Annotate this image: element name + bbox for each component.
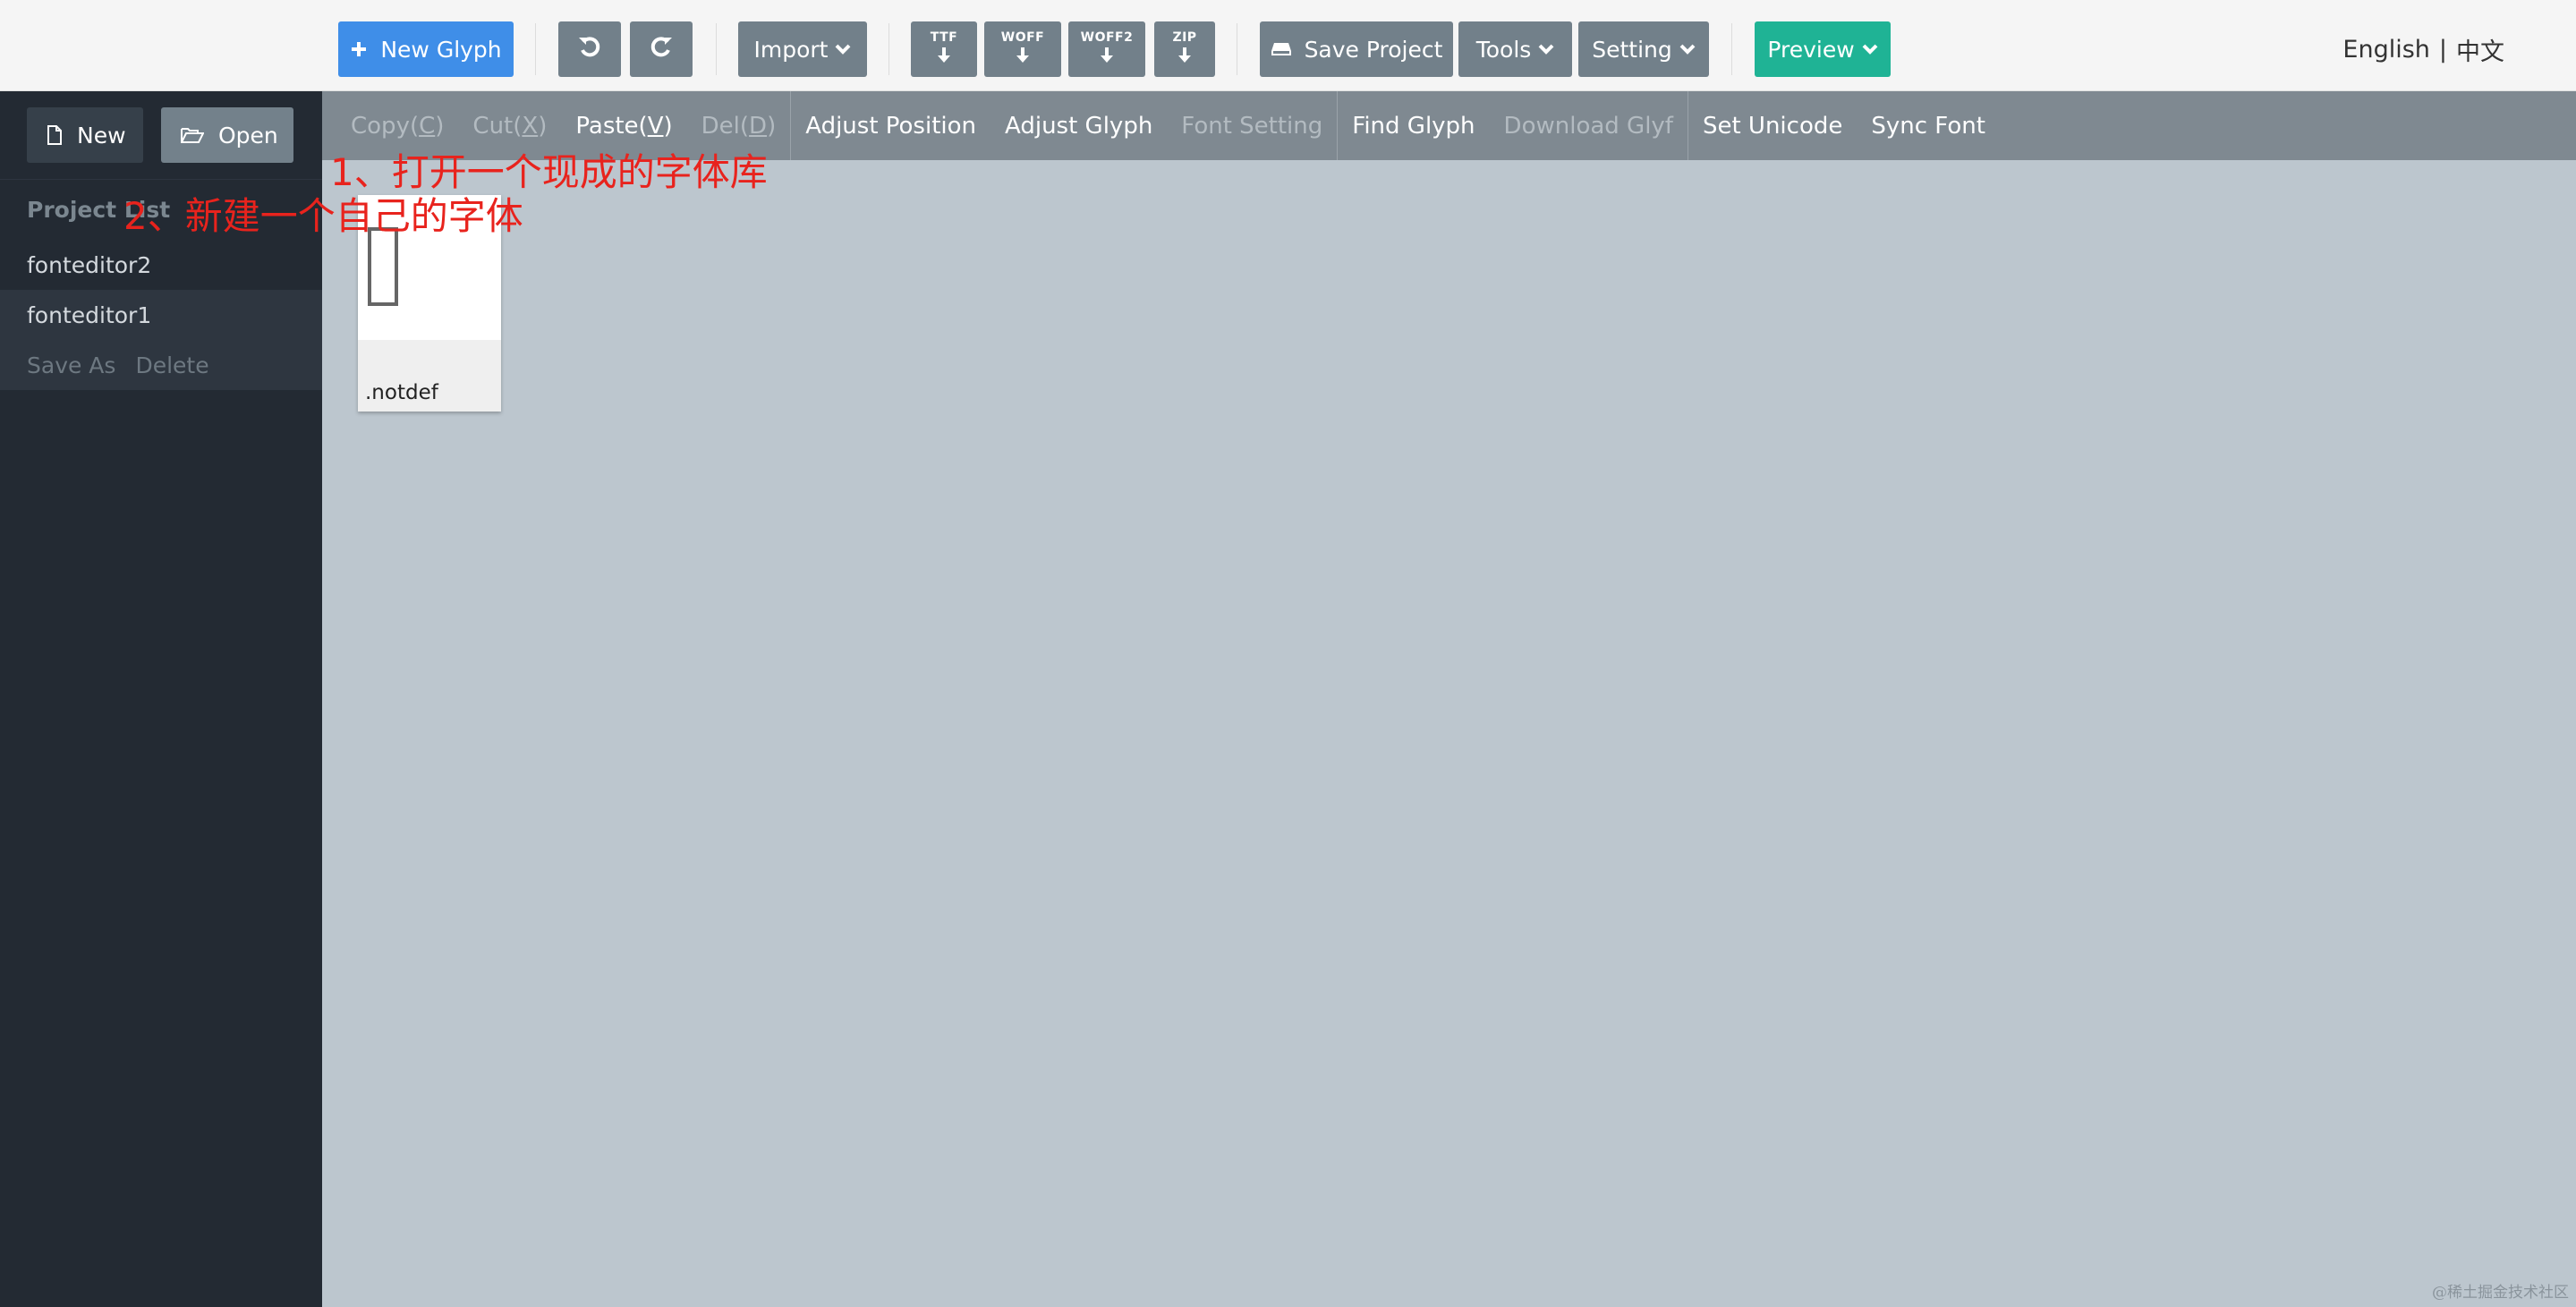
- cut-shortcut: X: [522, 112, 539, 140]
- save-project-label: Save Project: [1304, 36, 1443, 63]
- cut-action[interactable]: Cut(X): [458, 113, 561, 140]
- copy-action[interactable]: Copy(C): [322, 113, 458, 140]
- file-icon: [47, 125, 63, 145]
- toolbar-divider: [888, 23, 889, 75]
- zip-format-label: ZIP: [1172, 30, 1197, 45]
- download-ttf-button[interactable]: TTF: [911, 21, 977, 77]
- lang-english-link[interactable]: English: [2342, 36, 2430, 64]
- language-switcher: English | 中文: [2342, 32, 2504, 67]
- new-project-button[interactable]: New: [27, 107, 143, 163]
- undo-button[interactable]: [558, 21, 621, 77]
- download-woff-button[interactable]: WOFF: [984, 21, 1061, 77]
- paste-close: ): [663, 112, 673, 140]
- redo-button[interactable]: [630, 21, 693, 77]
- drive-icon: [1271, 41, 1292, 57]
- del-close: ): [767, 112, 777, 140]
- chevron-down-icon: [835, 43, 851, 55]
- glyph-label-area: .notdef: [358, 340, 501, 412]
- adjust-position-action[interactable]: Adjust Position: [791, 113, 990, 140]
- project-item-fonteditor1[interactable]: fonteditor1: [0, 290, 322, 340]
- folder-open-icon: [181, 126, 204, 144]
- main-toolbar: New Glyph Import TTF WOFF WOFF2 ZIP Save…: [0, 0, 2576, 91]
- delete-link[interactable]: Delete: [135, 352, 208, 378]
- setting-label: Setting: [1592, 36, 1672, 63]
- plus-icon: [350, 40, 368, 58]
- toolbar-divider: [1731, 23, 1732, 75]
- chevron-down-icon: [1862, 43, 1878, 55]
- save-project-button[interactable]: Save Project: [1260, 21, 1453, 77]
- undo-icon: [577, 34, 602, 64]
- lang-separator: |: [2438, 36, 2447, 64]
- open-project-label: Open: [218, 122, 278, 149]
- del-label: Del(: [701, 112, 750, 140]
- annotation-open-font: 1、打开一个现成的字体库: [330, 150, 768, 194]
- find-glyph-action[interactable]: Find Glyph: [1338, 113, 1489, 140]
- glyph-name: .notdef: [365, 381, 438, 404]
- download-arrow-icon: [1015, 46, 1031, 68]
- import-dropdown-button[interactable]: Import: [738, 21, 867, 77]
- ttf-format-label: TTF: [930, 30, 958, 45]
- paste-action[interactable]: Paste(V): [561, 113, 686, 140]
- watermark: @稀土掘金技术社区: [2432, 1284, 2569, 1302]
- copy-close: ): [435, 112, 445, 140]
- cut-label: Cut(: [472, 112, 523, 140]
- project-sidebar: New Open Project List fonteditor2 fonted…: [0, 91, 322, 1307]
- adjust-glyph-action[interactable]: Adjust Glyph: [990, 113, 1167, 140]
- open-project-button[interactable]: Open: [161, 107, 293, 163]
- new-project-label: New: [77, 122, 126, 149]
- download-glyf-action[interactable]: Download Glyf: [1490, 113, 1688, 140]
- preview-label: Preview: [1767, 36, 1855, 63]
- toolbar-divider: [535, 23, 536, 75]
- project-actions: Save As Delete: [0, 340, 322, 390]
- download-arrow-icon: [1099, 46, 1115, 68]
- paste-shortcut: V: [647, 112, 664, 140]
- project-item-fonteditor2[interactable]: fonteditor2: [0, 240, 322, 290]
- setting-dropdown-button[interactable]: Setting: [1578, 21, 1709, 77]
- chevron-down-icon: [1538, 43, 1554, 55]
- cut-close: ): [538, 112, 548, 140]
- sidebar-divider: [0, 179, 322, 180]
- redo-icon: [649, 34, 674, 64]
- annotation-new-font: 2、新建一个自己的字体: [123, 194, 523, 238]
- download-woff2-button[interactable]: WOFF2: [1068, 21, 1145, 77]
- woff2-format-label: WOFF2: [1080, 30, 1134, 45]
- preview-dropdown-button[interactable]: Preview: [1755, 21, 1891, 77]
- delete-action[interactable]: Del(D): [687, 113, 791, 140]
- save-as-link[interactable]: Save As: [27, 352, 115, 378]
- chevron-down-icon: [1679, 43, 1696, 55]
- woff-format-label: WOFF: [1000, 30, 1045, 45]
- font-setting-action[interactable]: Font Setting: [1167, 113, 1337, 140]
- copy-shortcut: C: [419, 112, 436, 140]
- toolbar-divider: [716, 23, 717, 75]
- set-unicode-action[interactable]: Set Unicode: [1688, 113, 1857, 140]
- download-arrow-icon: [1177, 46, 1193, 68]
- sync-font-action[interactable]: Sync Font: [1857, 113, 2000, 140]
- lang-chinese-link[interactable]: 中文: [2456, 32, 2504, 67]
- copy-label: Copy(: [351, 112, 420, 140]
- paste-label: Paste(: [575, 112, 648, 140]
- del-shortcut: D: [749, 112, 768, 140]
- download-zip-button[interactable]: ZIP: [1154, 21, 1215, 77]
- tools-label: Tools: [1475, 36, 1532, 63]
- tools-dropdown-button[interactable]: Tools: [1458, 21, 1572, 77]
- new-glyph-button[interactable]: New Glyph: [338, 21, 514, 77]
- import-label: Import: [753, 36, 829, 63]
- download-arrow-icon: [936, 46, 952, 68]
- new-glyph-label: New Glyph: [380, 36, 502, 63]
